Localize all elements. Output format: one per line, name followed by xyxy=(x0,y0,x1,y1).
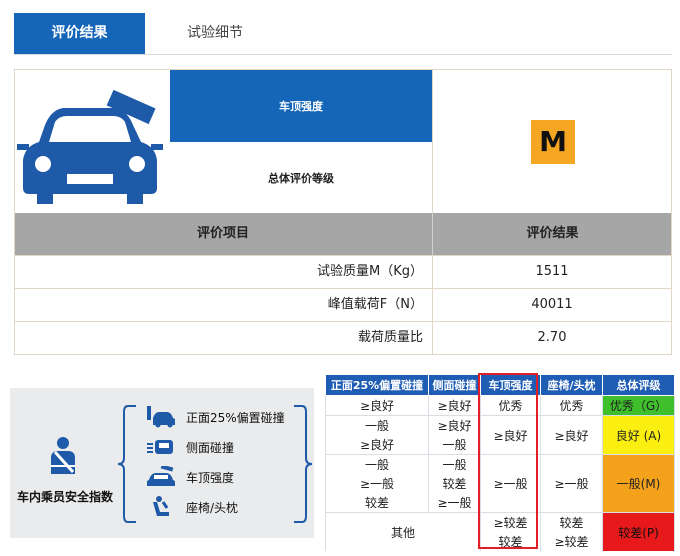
grade-good: 优秀（G） xyxy=(602,395,675,416)
header-side: 侧面碰撞 xyxy=(428,374,481,396)
car-roof-crush-icon xyxy=(17,89,163,204)
index-label: 车内乘员安全指数 xyxy=(16,490,113,504)
header-seat: 座椅/头枕 xyxy=(540,374,603,396)
row-label: 载荷质量比 xyxy=(357,330,423,345)
header-front-offset: 正面25%偏置碰撞 xyxy=(325,374,429,396)
grade-cell: M xyxy=(432,70,673,213)
index-item-label: 车顶强度 xyxy=(186,471,235,485)
result-table-header: 评价项目 评价结果 xyxy=(15,213,671,255)
roof-crush-icon xyxy=(147,466,175,486)
row-value: 40011 xyxy=(432,289,671,322)
tab-test-details[interactable]: 试验细节 xyxy=(160,13,270,54)
card-title: 车顶强度 xyxy=(170,70,432,142)
front-offset-crash-icon xyxy=(147,406,175,428)
table-row: 其他 ≥较差 较差 较差(P) xyxy=(325,512,675,551)
grade-marginal: 一般(M) xyxy=(602,454,675,513)
right-bracket xyxy=(294,405,312,523)
row-label: 峰值载荷F（N） xyxy=(327,297,423,312)
header-item: 评价项目 xyxy=(196,226,249,241)
roof-strength-card: 车顶强度 总体评价等级 M 评价项目 评价结果 试验质量M（Kg） 1511 峰… xyxy=(14,69,672,355)
side-crash-icon xyxy=(147,440,173,454)
tab-evaluation-result[interactable]: 评价结果 xyxy=(14,13,145,54)
index-item-label: 正面25%偏置碰撞 xyxy=(186,411,285,425)
row-label: 试验质量M（Kg） xyxy=(317,264,423,279)
tab-bar: 评价结果 试验细节 xyxy=(14,13,672,55)
card-subtitle: 总体评价等级 xyxy=(268,171,334,185)
grade-acceptable: 良好 (A) xyxy=(602,415,675,455)
grade-poor: 较差(P) xyxy=(602,512,675,551)
matrix-header-row: 正面25%偏置碰撞 侧面碰撞 车顶强度 座椅/头枕 总体评级 xyxy=(325,374,675,396)
table-row: ≥良好 ≥良好 优秀 优秀 优秀（G） xyxy=(325,395,675,416)
seat-headrest-icon xyxy=(153,496,169,516)
table-row: 一般 ≥良好 ≥良好 ≥良好 良好 (A) xyxy=(325,415,675,455)
index-item-label: 侧面碰撞 xyxy=(186,441,235,455)
car-roof-illustration xyxy=(15,70,170,213)
grade-badge: M xyxy=(531,119,575,164)
header-roof: 车顶强度 xyxy=(480,374,541,396)
seated-occupant-seatbelt-icon xyxy=(51,437,75,474)
table-row: 一般 一般 ≥一般 ≥一般 一般(M) xyxy=(325,454,675,513)
other-cell: 其他 xyxy=(325,512,481,551)
left-bracket xyxy=(118,405,136,523)
row-value: 1511 xyxy=(432,256,671,289)
row-value: 2.70 xyxy=(432,322,671,355)
occupant-safety-index-panel: 车内乘员安全指数 正面25%偏置碰撞 侧面碰撞 车顶强度 座椅/头枕 xyxy=(10,388,314,538)
index-item-label: 座椅/头枕 xyxy=(186,501,239,515)
table-row: 载荷质量比 2.70 xyxy=(15,321,671,355)
header-result: 评价结果 xyxy=(432,213,672,255)
table-row: 试验质量M（Kg） 1511 xyxy=(15,255,671,289)
header-overall: 总体评级 xyxy=(602,374,675,396)
table-row: 峰值载荷F（N） 40011 xyxy=(15,288,671,322)
rating-matrix-table: 正面25%偏置碰撞 侧面碰撞 车顶强度 座椅/头枕 总体评级 ≥良好 ≥良好 优… xyxy=(325,374,675,551)
